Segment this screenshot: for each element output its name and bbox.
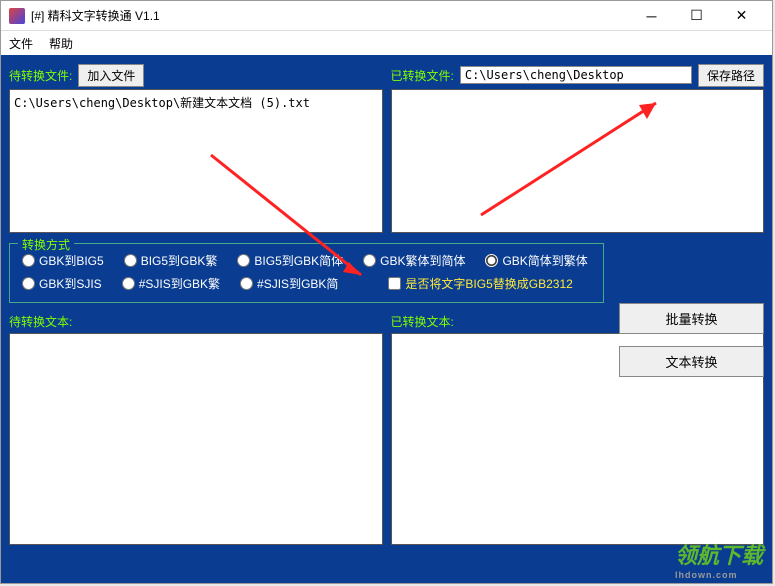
radio-sjis-gbk-trad[interactable]: #SJIS到GBK繁 (122, 275, 220, 292)
batch-convert-button[interactable]: 批量转换 (619, 303, 764, 334)
converted-files-panel: 已转换文件: 保存路径 (391, 63, 765, 233)
pending-files-list[interactable] (9, 89, 383, 233)
radio-gbk-simp-trad[interactable]: GBK简体到繁体 (485, 252, 587, 269)
menu-file[interactable]: 文件 (9, 35, 33, 52)
pending-text-label: 待转换文本: (9, 313, 383, 331)
minimize-button[interactable]: ─ (629, 2, 674, 30)
radio-big5-gbk-simp[interactable]: BIG5到GBK简体 (237, 252, 343, 269)
radio-big5-gbk-trad[interactable]: BIG5到GBK繁 (124, 252, 218, 269)
pending-text-panel: 待转换文本: (9, 313, 383, 545)
options-legend: 转换方式 (18, 236, 74, 253)
checkbox-big5-gb2312[interactable]: 是否将文字BIG5替换成GB2312 (388, 275, 572, 292)
add-file-button[interactable]: 加入文件 (78, 64, 144, 87)
maximize-button[interactable]: ☐ (674, 2, 719, 30)
menu-help[interactable]: 帮助 (49, 35, 73, 52)
converted-files-label: 已转换文件: (391, 67, 454, 84)
save-path-button[interactable]: 保存路径 (698, 64, 764, 87)
converted-files-list[interactable] (391, 89, 765, 233)
titlebar: [#] 精科文字转换通 V1.1 ─ ☐ ✕ (1, 1, 772, 31)
text-convert-button[interactable]: 文本转换 (619, 346, 764, 377)
client-area: 待转换文件: 加入文件 已转换文件: 保存路径 转换方式 GBK到BIG5 BI… (1, 55, 772, 583)
save-path-input[interactable] (460, 66, 692, 84)
pending-files-label: 待转换文件: (9, 67, 72, 84)
radio-gbk-trad-simp[interactable]: GBK繁体到简体 (363, 252, 465, 269)
radio-gbk-sjis[interactable]: GBK到SJIS (22, 275, 102, 292)
pending-files-panel: 待转换文件: 加入文件 (9, 63, 383, 233)
radio-gbk-big5[interactable]: GBK到BIG5 (22, 252, 104, 269)
window-title: [#] 精科文字转换通 V1.1 (31, 7, 629, 24)
app-window: [#] 精科文字转换通 V1.1 ─ ☐ ✕ 文件 帮助 待转换文件: 加入文件… (0, 0, 773, 584)
conversion-options: 转换方式 GBK到BIG5 BIG5到GBK繁 BIG5到GBK简体 GBK繁体… (9, 243, 604, 303)
menubar: 文件 帮助 (1, 31, 772, 55)
pending-text-area[interactable] (9, 333, 383, 545)
close-button[interactable]: ✕ (719, 2, 764, 30)
radio-sjis-gbk-simp[interactable]: #SJIS到GBK简 (240, 275, 338, 292)
app-icon (9, 8, 25, 24)
